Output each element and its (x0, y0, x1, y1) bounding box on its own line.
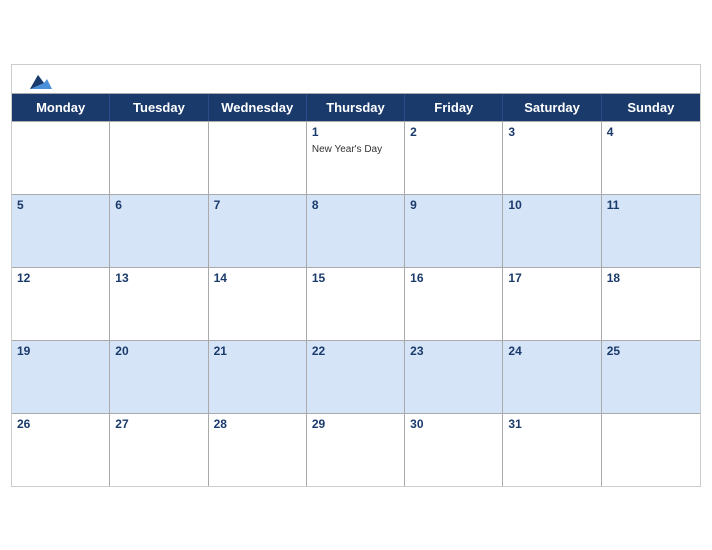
day-header-sunday: Sunday (602, 94, 700, 121)
cell-date-number: 30 (410, 417, 497, 431)
calendar-cell (12, 122, 110, 194)
logo-icon (30, 73, 52, 89)
calendar-cell: 7 (209, 195, 307, 267)
cell-date-number: 20 (115, 344, 202, 358)
calendar-cell: 25 (602, 341, 700, 413)
calendar-cell: 11 (602, 195, 700, 267)
calendar-cell: 18 (602, 268, 700, 340)
cell-date-number: 29 (312, 417, 399, 431)
calendar-week-2: 56789 10 11 (12, 194, 700, 267)
cell-date-number: 21 (214, 344, 301, 358)
day-header-friday: Friday (405, 94, 503, 121)
calendar-cell: 26 (12, 414, 110, 486)
calendar-cell: 14 (209, 268, 307, 340)
cell-date-number: 15 (312, 271, 399, 285)
cell-date-number: 5 (17, 198, 104, 212)
calendar-cell: 15 (307, 268, 405, 340)
calendar-cell: 19 (12, 341, 110, 413)
cell-event-label: New Year's Day (312, 144, 382, 155)
calendar-cell: 3 (503, 122, 601, 194)
cell-date-number: 19 (17, 344, 104, 358)
day-header-thursday: Thursday (307, 94, 405, 121)
calendar-cell: 8 (307, 195, 405, 267)
cell-date-number: 4 (607, 125, 695, 139)
logo (28, 73, 52, 89)
cell-date-number: 7 (214, 198, 301, 212)
calendar-cell: 20 (110, 341, 208, 413)
calendar-cell: 6 (110, 195, 208, 267)
day-header-wednesday: Wednesday (209, 94, 307, 121)
calendar-grid: MondayTuesdayWednesdayThursdayFridaySatu… (12, 93, 700, 486)
calendar-cell: 22 (307, 341, 405, 413)
calendar-cell (209, 122, 307, 194)
cell-date-number: 31 (508, 417, 595, 431)
calendar-cell: 12 (12, 268, 110, 340)
cell-date-number: 24 (508, 344, 595, 358)
calendar-cell: 13 (110, 268, 208, 340)
cell-date-number: 25 (607, 344, 695, 358)
cell-date-number: 2 (410, 125, 497, 139)
calendar-week-5: 26 27 28 29 30 31 (12, 413, 700, 486)
calendar-cell: 28 (209, 414, 307, 486)
calendar-cell (602, 414, 700, 486)
calendar-cell: 27 (110, 414, 208, 486)
calendar-cell: 5 (12, 195, 110, 267)
cell-date-number: 1 (312, 125, 399, 139)
cell-date-number: 27 (115, 417, 202, 431)
cell-date-number: 3 (508, 125, 595, 139)
calendar-cell: 23 (405, 341, 503, 413)
calendar-week-4: 19 20 21 22 23 24 25 (12, 340, 700, 413)
calendar-cell: 9 (405, 195, 503, 267)
cell-date-number: 28 (214, 417, 301, 431)
day-header-tuesday: Tuesday (110, 94, 208, 121)
calendar-cell: 21 (209, 341, 307, 413)
cell-date-number: 13 (115, 271, 202, 285)
calendar-cell: 29 (307, 414, 405, 486)
cell-date-number: 10 (508, 198, 595, 212)
calendar-cell: 31 (503, 414, 601, 486)
cell-date-number: 11 (607, 198, 695, 212)
cell-date-number: 18 (607, 271, 695, 285)
cell-date-number: 6 (115, 198, 202, 212)
calendar-week-3: 12 13 14 15 16 17 18 (12, 267, 700, 340)
calendar-weeks: 1New Year's Day2345678910111213141516171… (12, 121, 700, 486)
calendar-header (12, 65, 700, 93)
calendar-cell: 17 (503, 268, 601, 340)
calendar: MondayTuesdayWednesdayThursdayFridaySatu… (11, 64, 701, 487)
cell-date-number: 17 (508, 271, 595, 285)
day-header-monday: Monday (12, 94, 110, 121)
cell-date-number: 8 (312, 198, 399, 212)
cell-date-number: 26 (17, 417, 104, 431)
cell-date-number: 23 (410, 344, 497, 358)
calendar-cell: 24 (503, 341, 601, 413)
cell-date-number: 12 (17, 271, 104, 285)
calendar-cell: 1 New Year's Day (307, 122, 405, 194)
cell-date-number: 16 (410, 271, 497, 285)
cell-date-number: 9 (410, 198, 497, 212)
calendar-cell: 30 (405, 414, 503, 486)
cell-date-number: 14 (214, 271, 301, 285)
calendar-cell (110, 122, 208, 194)
calendar-cell: 10 (503, 195, 601, 267)
calendar-week-1: 1 New Year's Day 234 (12, 121, 700, 194)
cell-date-number: 22 (312, 344, 399, 358)
day-header-saturday: Saturday (503, 94, 601, 121)
calendar-cell: 2 (405, 122, 503, 194)
calendar-cell: 4 (602, 122, 700, 194)
day-headers-row: MondayTuesdayWednesdayThursdayFridaySatu… (12, 94, 700, 121)
calendar-cell: 16 (405, 268, 503, 340)
